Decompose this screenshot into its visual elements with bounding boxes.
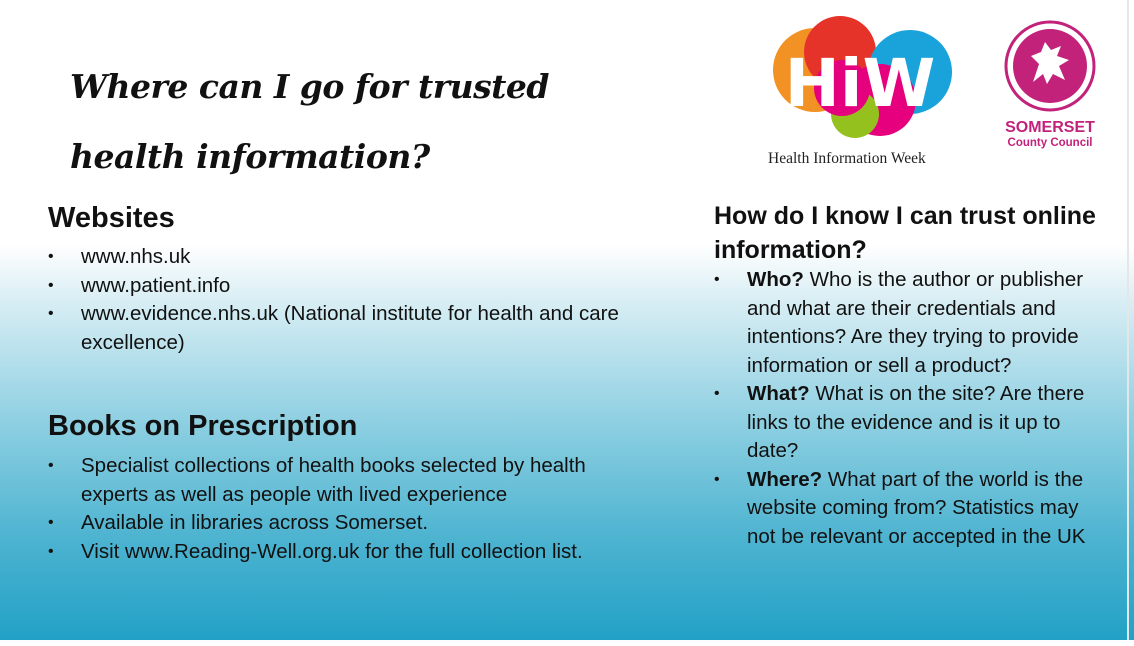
- slide-border: [1127, 0, 1129, 640]
- list-item: Visit www.Reading-Well.org.uk for the fu…: [48, 538, 608, 567]
- council-sub: County Council: [1008, 137, 1093, 149]
- websites-list: www.nhs.uk www.patient.info www.evidence…: [48, 243, 668, 357]
- list-item: www.nhs.uk: [48, 243, 668, 272]
- list-item: What? What is on the site? Are there lin…: [714, 380, 1099, 466]
- list-item: Where? What part of the world is the web…: [714, 466, 1099, 552]
- websites-heading: Websites: [48, 202, 175, 234]
- trust-list: Who? Who is the author or publisher and …: [714, 266, 1099, 551]
- list-item: Specialist collections of health books s…: [48, 452, 608, 509]
- list-item: www.patient.info: [48, 272, 668, 301]
- trust-label: What?: [747, 382, 810, 405]
- slide-title: Where can I go for trusted health inform…: [70, 67, 549, 176]
- books-list: Specialist collections of health books s…: [48, 452, 608, 566]
- hiw-caption: Health Information Week: [768, 150, 926, 167]
- list-item: Available in libraries across Somerset.: [48, 509, 608, 538]
- list-item: Who? Who is the author or publisher and …: [714, 266, 1099, 380]
- slide: Where can I go for trusted health inform…: [0, 0, 1134, 640]
- somerset-county-council-logo: SOMERSET County Council: [1004, 20, 1096, 149]
- trust-label: Who?: [747, 268, 804, 291]
- trust-label: Where?: [747, 467, 823, 491]
- list-item: www.evidence.nhs.uk (National institute …: [48, 300, 668, 357]
- hiw-logo-text: HiW: [785, 45, 936, 122]
- trust-heading: How do I know I can trust online informa…: [714, 202, 1096, 264]
- books-heading: Books on Prescription: [48, 410, 358, 442]
- council-name: SOMERSET: [1005, 119, 1095, 136]
